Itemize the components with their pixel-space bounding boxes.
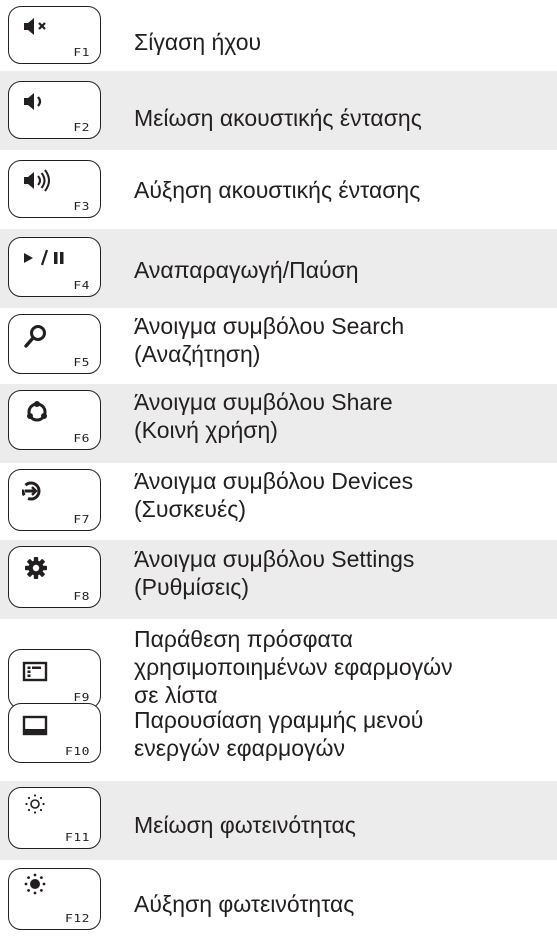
key-description: Άνοιγμα συμβόλου Devices (Συσκευές) [134,468,414,522]
key-description: Αύξηση φωτεινότητας [134,891,355,917]
key-label: F12 [65,913,90,925]
table-row: F12 Αύξηση φωτεινότητας [0,860,557,939]
table-row: F3 Αύξηση ακουστικής έντασης [0,150,557,229]
key-label: F6 [73,433,90,445]
key-description: Αύξηση ακουστικής έντασης [134,177,421,203]
key-label: F3 [73,201,90,213]
key-label: F5 [73,357,90,369]
f6-key: F6 [8,390,101,450]
key-label: F7 [73,514,90,526]
table-row: F1 Σίγαση ήχου [0,0,557,71]
key-description: Παρουσίαση γραμμής μενού ενεργών εφαρμογ… [134,707,424,761]
key-label: F1 [73,47,90,59]
f9-key: F9 [8,649,101,709]
key-label: F10 [65,746,90,758]
f10-key: F10 [8,703,101,763]
mute-speaker-icon [24,18,46,35]
f12-key: F12 [8,868,101,930]
brightness-up-icon [24,873,46,895]
f5-key: F5 [8,314,101,374]
app-bar-icon [22,715,48,736]
table-row: F2 Μείωση ακουστικής έντασης [0,71,557,150]
key-description: Παράθεση πρόσφατα χρησιμοποιημένων εφαρμ… [134,626,453,708]
volume-down-icon [24,93,42,110]
f3-key: F3 [8,160,101,218]
recent-apps-list-icon [22,661,48,682]
key-description: Άνοιγμα συμβόλου Search (Αναζήτηση) [134,313,405,367]
key-label: F8 [73,591,90,603]
brightness-down-icon [25,794,45,814]
key-description: Αναπαραγωγή/Παύση [134,257,359,283]
table-row: F11 Μείωση φωτεινότητας [0,781,557,860]
f1-key: F1 [8,6,101,64]
key-description: Άνοιγμα συμβόλου Settings (Ρυθμίσεις) [134,546,415,600]
table-row: F7 Άνοιγμα συμβόλου Devices (Συσκευές) [0,463,557,540]
key-label: F2 [73,122,90,134]
settings-gear-icon [25,557,47,579]
table-row: F6 Άνοιγμα συμβόλου Share (Κοινή χρήση) [0,384,557,463]
f4-key: F4 [8,237,101,297]
f7-key: F7 [8,469,101,531]
table-row: F10 Παρουσίαση γραμμής μενού ενεργών εφα… [0,703,557,781]
devices-icon [22,481,41,501]
volume-up-icon [24,169,50,192]
share-icon [27,401,47,422]
key-label: F11 [65,832,90,844]
f2-key: F2 [8,81,101,139]
key-label: F4 [73,280,90,292]
table-row: F4 Αναπαραγωγή/Παύση [0,229,557,308]
play-pause-icon [24,249,64,266]
key-description: Σίγαση ήχου [134,29,262,55]
table-row: F5 Άνοιγμα συμβόλου Search (Αναζήτηση) [0,308,557,384]
key-description: Άνοιγμα συμβόλου Share (Κοινή χρήση) [134,389,393,443]
f8-key: F8 [8,546,101,608]
f11-key: F11 [8,787,101,849]
key-description: Μείωση ακουστικής έντασης [134,105,422,131]
search-icon [24,325,46,348]
key-description: Μείωση φωτεινότητας [134,812,356,838]
table-row: F8 Άνοιγμα συμβόλου Settings (Ρυθμίσεις) [0,540,557,619]
